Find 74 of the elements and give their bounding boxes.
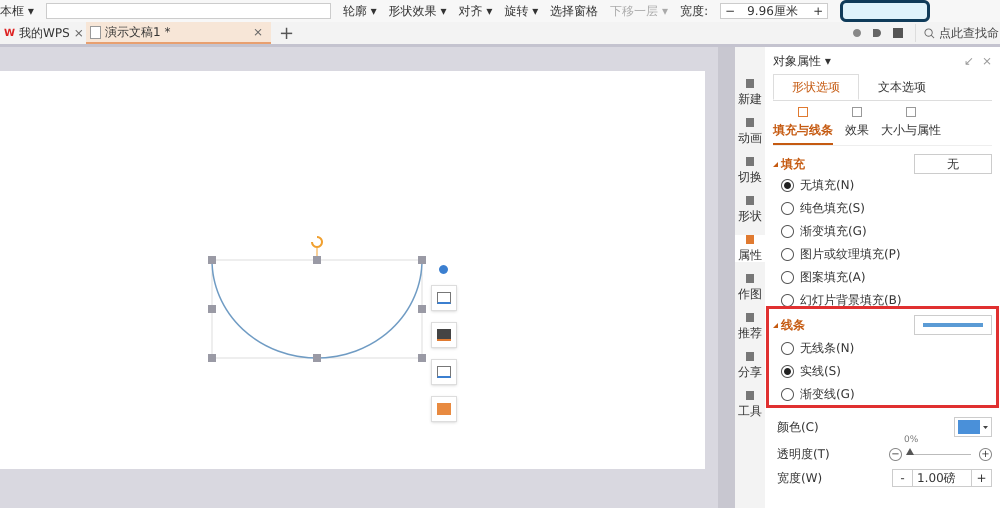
radio-button[interactable]	[781, 342, 794, 354]
line-width-spinner[interactable]: - 1.00磅 +	[892, 469, 992, 487]
section-heading[interactable]: 填充	[781, 155, 914, 173]
close-icon[interactable]: ×	[74, 24, 84, 42]
toolbar-dropdown[interactable]: 旋转 ▾	[504, 2, 538, 20]
radio-label[interactable]: 图片或纹理填充(P)	[800, 245, 901, 263]
panel-tab[interactable]: 文本选项	[859, 74, 945, 100]
plus-button[interactable]: +	[979, 448, 992, 460]
side-nav-item[interactable]: 新建	[738, 79, 762, 106]
width-label: 宽度(W)	[777, 470, 824, 487]
radio-button[interactable]	[781, 202, 794, 214]
radio-label[interactable]: 渐变填充(G)	[800, 222, 867, 240]
radio-button[interactable]	[781, 178, 794, 192]
document-icon	[90, 26, 101, 38]
radio-button[interactable]	[781, 388, 794, 400]
color-picker[interactable]	[954, 417, 992, 437]
edit-shape-icon[interactable]	[431, 285, 457, 311]
radio-label[interactable]: 渐变线(G)	[800, 385, 855, 403]
side-nav-item[interactable]: 切换	[738, 157, 762, 184]
side-nav-item[interactable]: 推荐	[738, 313, 762, 340]
radio-label[interactable]: 无线条(N)	[800, 339, 854, 357]
search-icon	[924, 28, 935, 38]
pencil-outline-icon[interactable]	[431, 359, 457, 385]
side-nav-item[interactable]: 作图	[738, 274, 762, 301]
collapse-triangle-icon[interactable]	[773, 162, 778, 166]
document-tab[interactable]: 演示文稿1 * ×	[86, 22, 271, 44]
side-nav-item[interactable]: 形状	[738, 196, 762, 223]
document-tab[interactable]: W 我的WPS ×	[0, 22, 86, 44]
section-heading[interactable]: 线条	[781, 316, 914, 334]
search-field[interactable]: 点此查找命	[915, 24, 1000, 42]
side-nav-item[interactable]: 工具	[738, 391, 762, 418]
radio-button[interactable]	[781, 248, 794, 260]
fill-preview[interactable]: 无	[914, 154, 992, 174]
toolbar-dropdown[interactable]: 选择窗格	[550, 2, 598, 20]
side-nav-item[interactable]: 分享	[738, 352, 762, 379]
side-nav-item[interactable]: 动画	[738, 118, 762, 145]
width-label: 宽度:	[680, 3, 708, 20]
scrollbar[interactable]	[718, 47, 735, 508]
radio-label[interactable]: 图案填充(A)	[800, 268, 866, 286]
radio-label[interactable]: 纯色填充(S)	[800, 199, 865, 217]
radio-label[interactable]: 幻灯片背景填充(B)	[800, 291, 902, 309]
transparency-label: 透明度(T)	[777, 446, 831, 463]
radio-button[interactable]	[781, 364, 794, 378]
toolbar-dropdown[interactable]: 形状效果 ▾	[388, 2, 447, 20]
d-icon[interactable]	[873, 29, 881, 37]
radio-label[interactable]: 无填充(N)	[800, 176, 854, 194]
slider-thumb[interactable]	[906, 448, 914, 454]
radio-button[interactable]	[781, 224, 794, 238]
panel-title[interactable]: 对象属性 ▾	[773, 52, 964, 70]
collapse-triangle-icon[interactable]	[773, 322, 778, 328]
toolbar-dropdown[interactable]: 对齐 ▾	[458, 2, 492, 20]
collapse-icon[interactable]	[439, 265, 448, 274]
color-label: 颜色(C)	[777, 419, 819, 436]
toolbar-dropdown[interactable]: 轮廓 ▾	[342, 2, 377, 20]
fill-bucket-icon[interactable]	[431, 322, 457, 348]
slider-reading: 0%	[904, 434, 918, 446]
formula-field[interactable]	[46, 3, 331, 19]
close-icon[interactable]: ×	[252, 23, 263, 41]
subtab[interactable]: 效果	[845, 107, 869, 145]
toolbar-dropdown[interactable]: 本框 ▾	[0, 2, 34, 20]
radio-label[interactable]: 实线(S)	[800, 362, 841, 380]
subtab[interactable]: 填充与线条	[773, 107, 833, 145]
caret-icon	[983, 426, 988, 428]
line-preview[interactable]	[914, 315, 992, 335]
subtab[interactable]: 大小与属性	[881, 107, 941, 145]
logo-icon: W	[4, 26, 16, 40]
radio-button[interactable]	[781, 294, 794, 306]
add-tab-button[interactable]: +	[279, 20, 294, 46]
width-spinner[interactable]: − 9.96厘米 +	[720, 3, 828, 19]
side-nav-item[interactable]: 属性	[735, 235, 765, 262]
radio-button[interactable]	[781, 270, 794, 284]
minus-button[interactable]: −	[889, 448, 902, 460]
panel-tab[interactable]: 形状选项	[773, 74, 859, 100]
text-box-icon[interactable]	[431, 396, 457, 422]
